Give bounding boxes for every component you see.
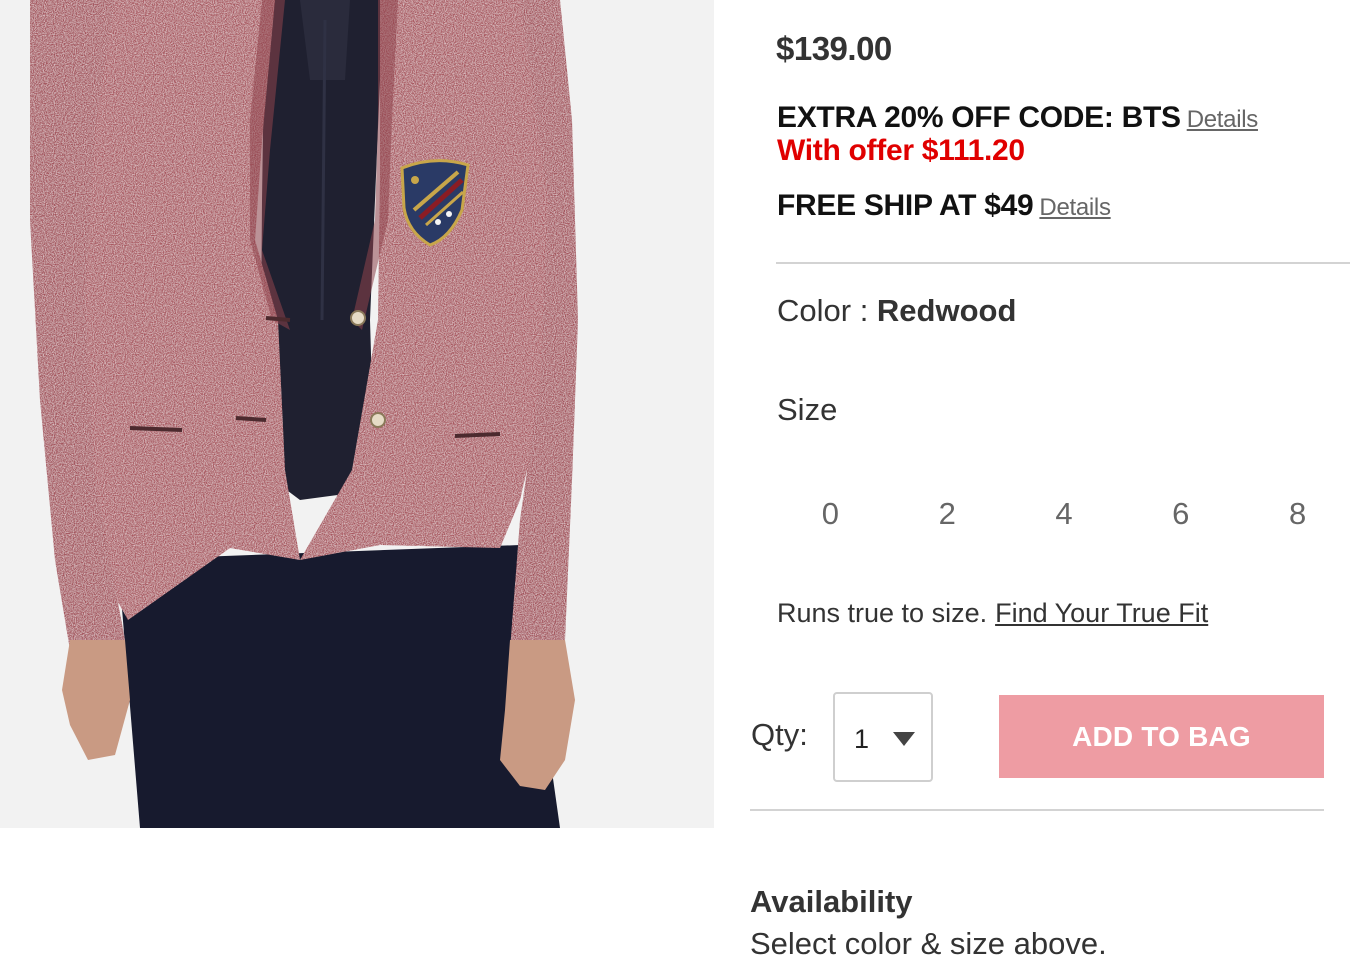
color-value: Redwood [876, 293, 1017, 328]
size-option-0[interactable]: 0 [772, 492, 889, 536]
availability-text: Select color & size above. [750, 926, 1107, 961]
offer-price: With offer $111.20 [777, 134, 1025, 167]
free-shipping-text: FREE SHIP AT $49 [777, 189, 1034, 222]
promo-details-link[interactable]: Details [1187, 106, 1259, 133]
fit-row: Runs true to size. Find Your True Fit [777, 598, 1208, 629]
size-option-4[interactable]: 4 [1006, 492, 1123, 536]
shipping-details-link[interactable]: Details [1039, 194, 1111, 221]
blazer-button-top [350, 310, 366, 326]
promo-code-row: EXTRA 20% OFF CODE: BTS Details [777, 101, 1258, 135]
chevron-down-icon [893, 732, 915, 746]
qty-value: 1 [854, 724, 870, 754]
color-row: Color : Redwood [777, 293, 1016, 329]
blazer-button-bottom [370, 412, 386, 428]
color-label: Color : [777, 293, 877, 328]
qty-select[interactable]: 1 [833, 692, 933, 782]
free-shipping-row: FREE SHIP AT $49 Details [777, 189, 1111, 223]
size-option-6[interactable]: 6 [1122, 492, 1239, 536]
true-fit-link[interactable]: Find Your True Fit [995, 598, 1208, 628]
divider-top [776, 262, 1350, 264]
size-options: 0 2 4 6 8 [772, 492, 1350, 536]
size-label: Size [777, 392, 838, 427]
pants-shape [118, 545, 560, 828]
size-option-2[interactable]: 2 [889, 492, 1006, 536]
fit-note: Runs true to size. [777, 598, 988, 628]
promo-code-text: EXTRA 20% OFF CODE: BTS [777, 101, 1181, 134]
availability-title: Availability [750, 884, 913, 919]
add-to-bag-button[interactable]: ADD TO BAG [999, 695, 1324, 778]
product-price: $139.00 [776, 30, 892, 67]
qty-label: Qty: [751, 717, 808, 752]
divider-bottom [750, 809, 1324, 811]
product-image[interactable] [0, 0, 714, 828]
size-option-8[interactable]: 8 [1239, 492, 1350, 536]
